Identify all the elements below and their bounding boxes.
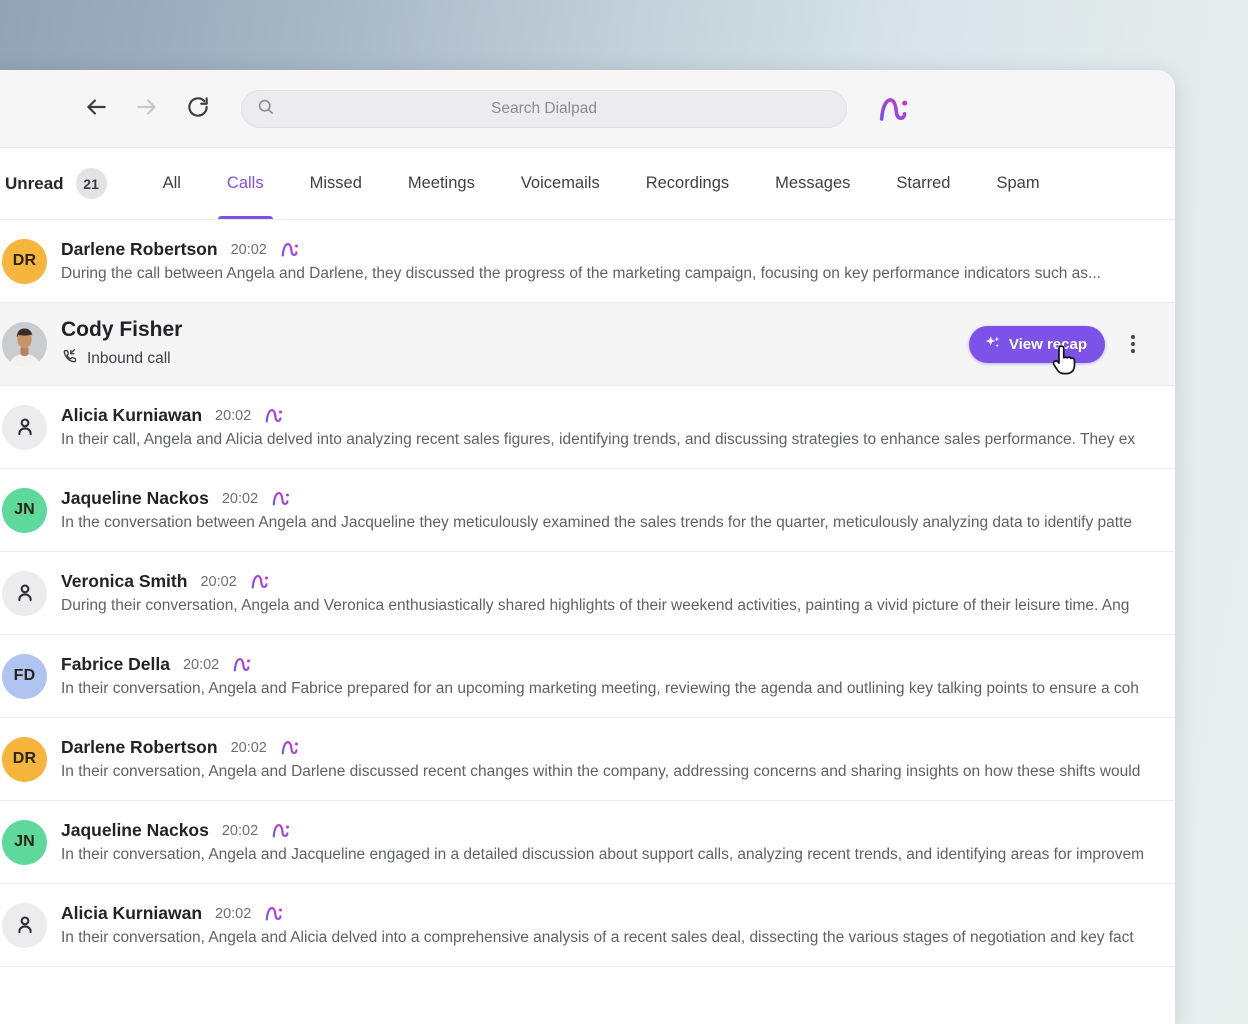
call-time: 20:02	[222, 823, 258, 839]
ai-icon	[280, 738, 299, 757]
browser-toolbar	[0, 70, 1175, 148]
tab-missed[interactable]: Missed	[310, 148, 362, 219]
refresh-icon	[185, 94, 211, 123]
refresh-button[interactable]	[180, 91, 216, 127]
tab-meetings[interactable]: Meetings	[408, 148, 475, 219]
tab-calls[interactable]: Calls	[227, 148, 264, 219]
avatar-initials: JN	[2, 820, 47, 865]
view-recap-label: View recap	[1009, 336, 1087, 353]
tab-all[interactable]: All	[163, 148, 181, 219]
avatar-initials: FD	[2, 654, 47, 699]
call-time: 20:02	[200, 574, 236, 590]
unread-filter[interactable]: Unread 21	[5, 168, 107, 199]
view-recap-button[interactable]: View recap	[969, 326, 1105, 363]
call-list-item[interactable]: JN Jaqueline Nackos 20:02 In their conve…	[0, 801, 1175, 884]
forward-arrow-icon	[134, 94, 160, 123]
call-time: 20:02	[231, 242, 267, 258]
call-summary-preview: During the call between Angela and Darle…	[61, 265, 1175, 283]
sparkles-icon	[984, 334, 1001, 355]
call-list-item[interactable]: JN Jaqueline Nackos 20:02 In the convers…	[0, 469, 1175, 552]
call-summary-preview: In their conversation, Angela and Darlen…	[61, 763, 1175, 781]
ai-icon	[250, 572, 269, 591]
unread-label: Unread	[5, 174, 64, 194]
ai-icon	[264, 904, 283, 923]
avatar-person-icon	[2, 405, 47, 450]
contact-name: Jaqueline Nackos	[61, 820, 209, 841]
tab-voicemails[interactable]: Voicemails	[521, 148, 600, 219]
avatar-person-icon	[2, 571, 47, 616]
contact-name: Cody Fisher	[61, 318, 182, 342]
call-summary-preview: In their conversation, Angela and Alicia…	[61, 929, 1175, 947]
call-list-item[interactable]: Cody Fisher Inbound call	[0, 303, 1175, 386]
contact-name: Jaqueline Nackos	[61, 488, 209, 509]
call-time: 20:02	[215, 408, 251, 424]
call-list-item[interactable]: Alicia Kurniawan 20:02 In their call, An…	[0, 386, 1175, 469]
call-direction-label: Inbound call	[87, 350, 171, 368]
contact-name: Darlene Robertson	[61, 239, 218, 260]
back-arrow-icon	[83, 94, 109, 123]
call-list-item[interactable]: Veronica Smith 20:02 During their conver…	[0, 552, 1175, 635]
call-time: 20:02	[215, 906, 251, 922]
search-input[interactable]	[242, 91, 846, 127]
call-list: DR Darlene Robertson 20:02 During the ca…	[0, 220, 1175, 967]
contact-name: Fabrice Della	[61, 654, 170, 675]
tab-messages[interactable]: Messages	[775, 148, 850, 219]
tab-recordings[interactable]: Recordings	[646, 148, 729, 219]
unread-count-badge: 21	[76, 168, 107, 199]
call-summary-preview: During their conversation, Angela and Ve…	[61, 597, 1175, 615]
more-options-menu-icon[interactable]	[1121, 328, 1145, 360]
call-time: 20:02	[183, 657, 219, 673]
call-list-item[interactable]: DR Darlene Robertson 20:02 In their conv…	[0, 718, 1175, 801]
ai-icon	[271, 489, 290, 508]
ai-icon	[232, 655, 251, 674]
back-button[interactable]	[78, 91, 114, 127]
dialpad-ai-logo	[877, 93, 909, 125]
tab-starred[interactable]: Starred	[896, 148, 950, 219]
filter-tab-bar: Unread 21 All Calls Missed Meetings Voicemai…	[0, 148, 1175, 220]
call-time: 20:02	[231, 740, 267, 756]
ai-icon	[280, 240, 299, 259]
tab-spam[interactable]: Spam	[996, 148, 1039, 219]
avatar-initials: DR	[2, 239, 47, 284]
ai-icon	[264, 406, 283, 425]
call-list-item[interactable]: Alicia Kurniawan 20:02 In their conversa…	[0, 884, 1175, 967]
search-bar[interactable]	[241, 90, 847, 128]
call-summary-preview: In their call, Angela and Alicia delved …	[61, 431, 1175, 449]
contact-name: Alicia Kurniawan	[61, 405, 202, 426]
app-window: Unread 21 All Calls Missed Meetings Voicemai…	[0, 70, 1175, 1024]
call-time: 20:02	[222, 491, 258, 507]
avatar-initials: JN	[2, 488, 47, 533]
avatar-person-icon	[2, 903, 47, 948]
forward-button[interactable]	[129, 91, 165, 127]
call-summary-preview: In the conversation between Angela and J…	[61, 514, 1175, 532]
tab-list: All Calls Missed Meetings Voicemails Recordin…	[163, 148, 1040, 219]
contact-name: Alicia Kurniawan	[61, 903, 202, 924]
inbound-call-icon	[61, 347, 79, 370]
contact-name: Darlene Robertson	[61, 737, 218, 758]
ai-icon	[271, 821, 290, 840]
contact-name: Veronica Smith	[61, 571, 187, 592]
call-summary-preview: In their conversation, Angela and Fabric…	[61, 680, 1175, 698]
call-summary-preview: In their conversation, Angela and Jacque…	[61, 846, 1175, 864]
call-list-item[interactable]: DR Darlene Robertson 20:02 During the ca…	[0, 220, 1175, 303]
call-list-item[interactable]: FD Fabrice Della 20:02 In their conversa…	[0, 635, 1175, 718]
avatar-initials: DR	[2, 737, 47, 782]
avatar-photo	[2, 322, 47, 367]
